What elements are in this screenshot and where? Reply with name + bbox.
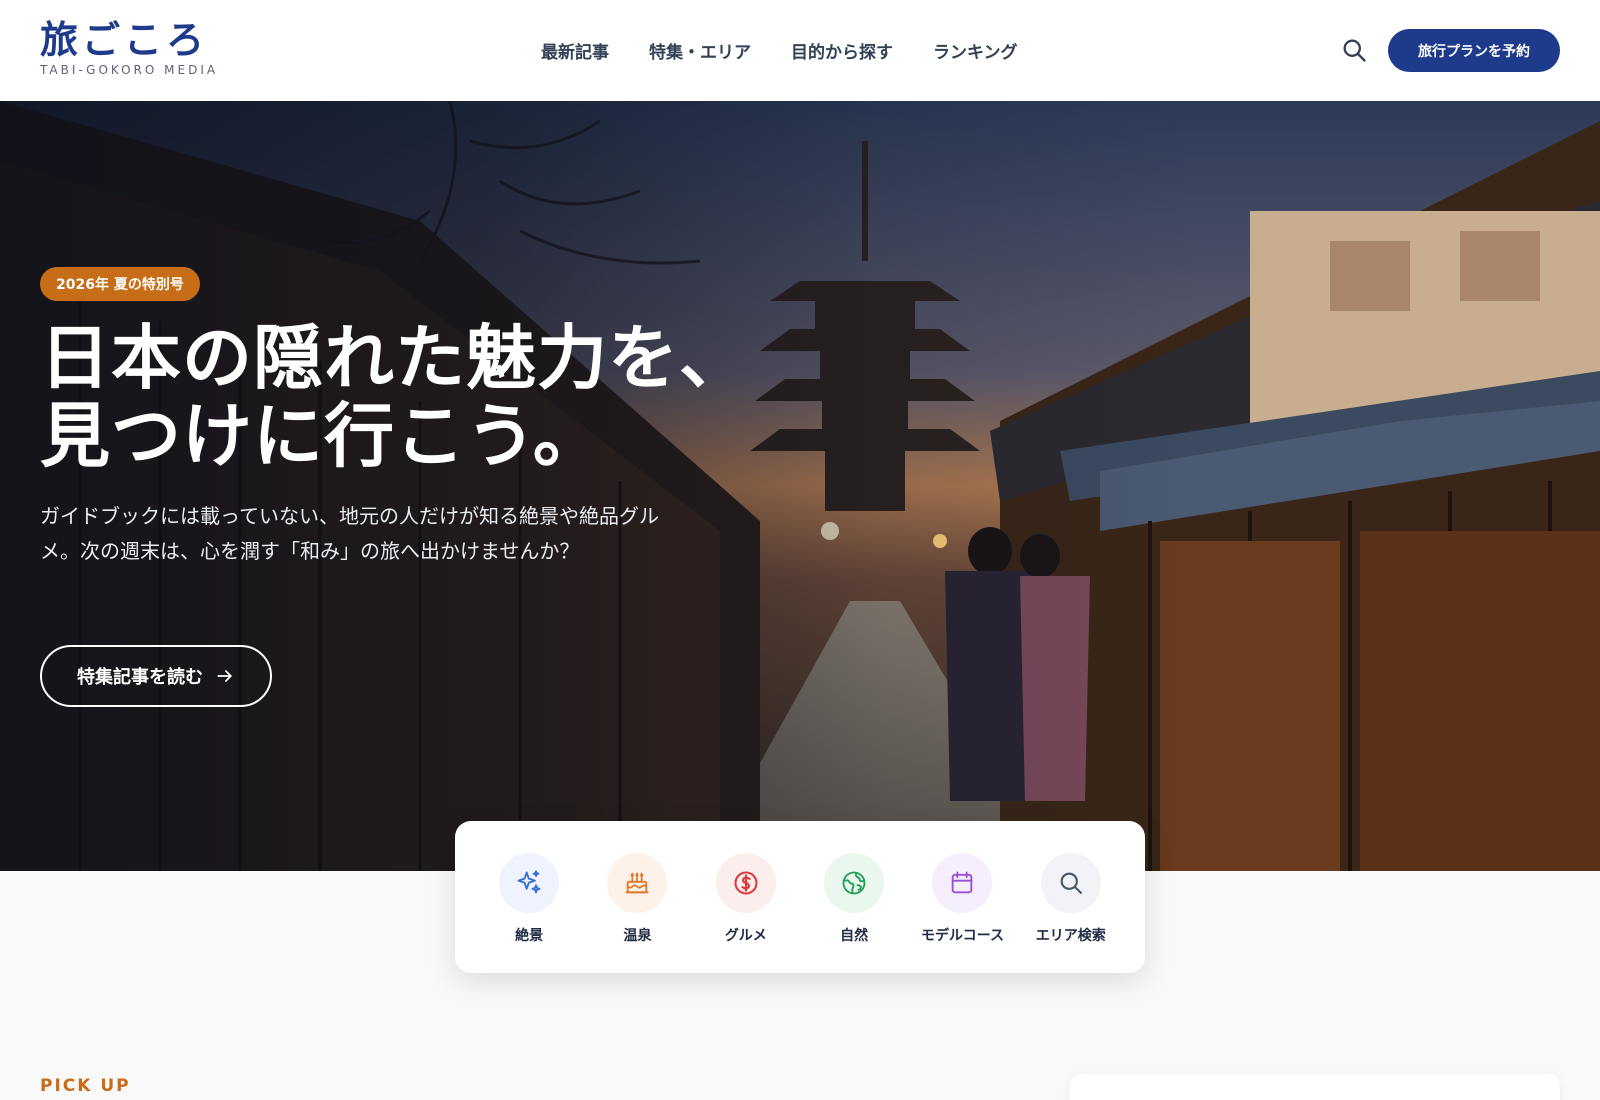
globe-icon [824, 853, 885, 913]
nav-ranking[interactable]: ランキング [933, 38, 1018, 63]
category-gourmet[interactable]: グルメ [700, 853, 792, 973]
category-nature[interactable]: 自然 [808, 853, 900, 973]
site-header: 旅ごころ TABI-GOKORO MEDIA 最新記事 特集・エリア 目的から探… [0, 0, 1600, 101]
cake-icon [607, 853, 668, 913]
nav-features-area[interactable]: 特集・エリア [649, 38, 751, 63]
sparkles-icon [499, 853, 560, 913]
book-travel-plan-button[interactable]: 旅行プランを予約 [1388, 29, 1560, 72]
dollar-icon [715, 853, 776, 913]
category-label: 絶景 [515, 928, 544, 944]
calendar-icon [932, 853, 993, 913]
hero-title-line-1: 日本の隠れた魅力を、 [40, 316, 750, 399]
category-scenery[interactable]: 絶景 [483, 853, 575, 973]
pickup-heading: PICK UP [40, 1076, 131, 1096]
arrow-right-icon [217, 670, 232, 682]
hero-title-line-2: 見つけに行こう。 [40, 394, 604, 477]
category-area-search[interactable]: エリア検索 [1025, 853, 1117, 973]
category-label: グルメ [724, 928, 767, 944]
main-nav: 最新記事 特集・エリア 目的から探す ランキング [541, 38, 1018, 63]
category-label: モデルコース [920, 928, 1004, 944]
category-onsen[interactable]: 温泉 [591, 853, 683, 973]
hero-overlay [0, 101, 1600, 871]
logo-subtitle: TABI-GOKORO MEDIA [40, 63, 219, 77]
category-label: 自然 [840, 928, 869, 944]
read-feature-label: 特集記事を読む [77, 667, 203, 688]
nav-search-by-purpose[interactable]: 目的から探す [791, 38, 893, 63]
nav-latest-articles[interactable]: 最新記事 [541, 38, 609, 63]
category-label: エリア検索 [1035, 928, 1106, 944]
category-model-course[interactable]: モデルコース [916, 853, 1008, 973]
read-feature-button[interactable]: 特集記事を読む [40, 645, 272, 707]
logo-title: 旅ごころ [40, 17, 209, 62]
search-icon[interactable] [1340, 36, 1368, 64]
site-logo[interactable]: 旅ごころ TABI-GOKORO MEDIA [40, 17, 219, 78]
hero-title: 日本の隠れた魅力を、 見つけに行こう。 [40, 319, 780, 475]
issue-badge: 2026年 夏の特別号 [40, 267, 200, 301]
category-label: 温泉 [623, 928, 652, 944]
hero-description: ガイドブックには載っていない、地元の人だけが知る絶景や絶品グルメ。次の週末は、心… [40, 504, 659, 563]
category-card: 絶景 温泉 グルメ 自然 モデルコース エリア検索 [455, 821, 1145, 973]
sidebar-card [1070, 1074, 1560, 1100]
hero-section: 2026年 夏の特別号 日本の隠れた魅力を、 見つけに行こう。 ガイドブックには… [0, 101, 1600, 871]
search-icon [1040, 853, 1101, 913]
